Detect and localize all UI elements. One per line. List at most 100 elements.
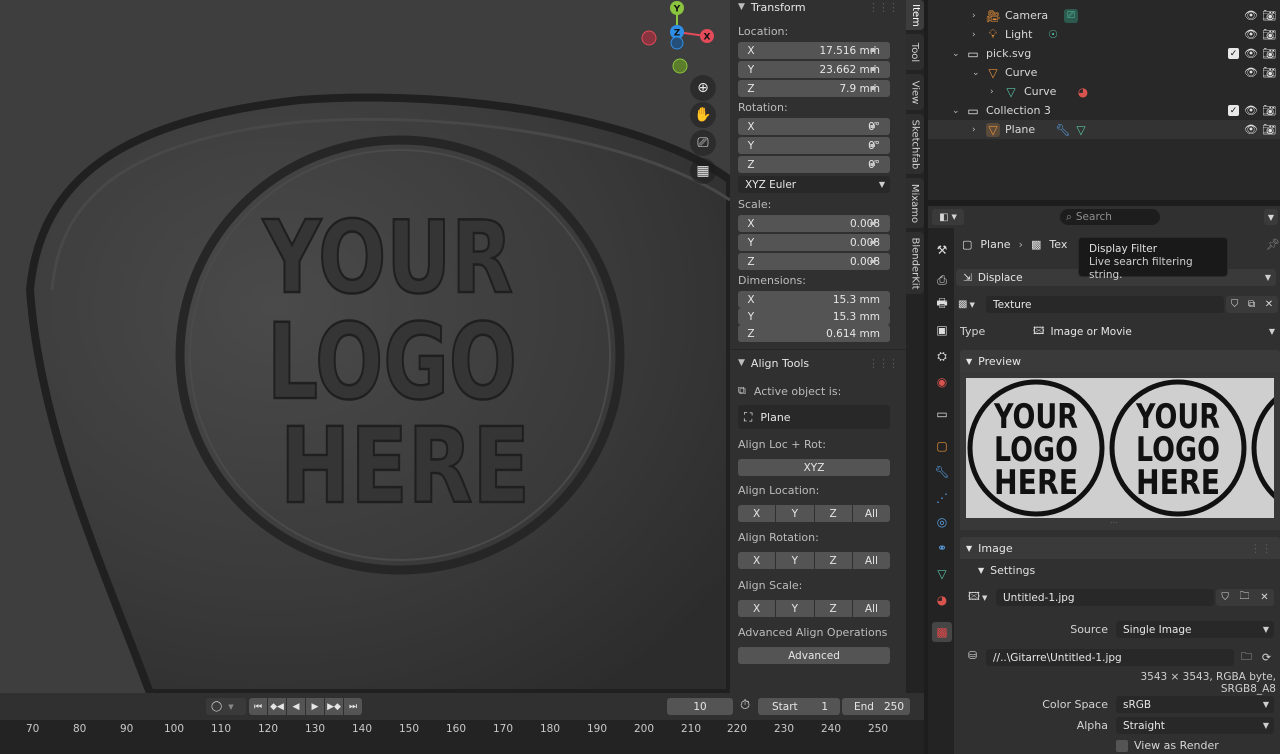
rotation-mode-select[interactable]: XYZ Euler ▼ [738, 176, 890, 193]
scene-icon[interactable]: ⛭ [932, 346, 952, 366]
location-x-field[interactable]: X 17.516 mm [738, 42, 890, 59]
chevron-right-icon[interactable]: › [990, 87, 994, 97]
view-layer-icon[interactable]: ▣ [932, 320, 952, 340]
wrench-icon[interactable]: 🔧︎ [1055, 123, 1070, 137]
jump-end-icon[interactable]: ⏭ [344, 698, 362, 715]
view-as-render-checkbox[interactable] [1116, 739, 1128, 752]
image-panel-header[interactable]: ▼ Image ⋮⋮ [960, 537, 1280, 559]
texture-icon[interactable]: ▩ [932, 622, 952, 642]
settings-subpanel-header[interactable]: ▼ Settings [978, 564, 1035, 577]
play-reverse-icon[interactable]: ◀ [287, 698, 305, 715]
tab-sketchfab[interactable]: Sketchfab [906, 114, 924, 174]
reload-icon[interactable]: ⟳ [1262, 651, 1271, 664]
lock-icon[interactable]: 🔓︎ [870, 63, 884, 77]
collection-icon[interactable]: ▭ [932, 404, 952, 424]
align-loc-rot-xyz-button[interactable]: XYZ [738, 459, 890, 476]
eye-icon[interactable]: 👁︎ [1244, 9, 1258, 22]
lock-icon[interactable]: 🔓︎ [870, 44, 884, 58]
texture-type-select[interactable]: 🖾︎ Image or Movie ▼ [1026, 323, 1280, 340]
render-camera-icon[interactable]: 📷︎ [1262, 47, 1276, 60]
chevron-down-icon[interactable]: ⌄ [952, 49, 960, 59]
render-camera-icon[interactable]: 📷︎ [1262, 28, 1276, 41]
object-icon[interactable]: ▢ [932, 436, 952, 456]
collection-checkbox[interactable]: ✓ [1228, 105, 1239, 116]
material-icon[interactable]: ◕ [932, 590, 952, 610]
align-location-y-button[interactable]: Y [776, 505, 814, 522]
render-camera-icon[interactable]: 📷︎ [1262, 104, 1276, 117]
align-rotation-x-button[interactable]: X [738, 552, 776, 569]
timeline-ruler[interactable]: 70 80 90 100 110 120 130 140 150 160 170… [0, 720, 924, 754]
tab-item[interactable]: Item [906, 0, 924, 30]
constraints-icon[interactable]: ⚭ [932, 538, 952, 558]
render-camera-icon[interactable]: 📷︎ [1262, 9, 1276, 22]
play-icon[interactable]: ▶ [306, 698, 324, 715]
chevron-down-icon[interactable]: ⌄ [972, 68, 980, 78]
close-icon[interactable]: ✕ [1260, 592, 1268, 603]
particles-icon[interactable]: ⋰ [932, 488, 952, 508]
material-icon[interactable]: ◕ [1076, 85, 1090, 99]
folder-icon[interactable]: 🗀 [1240, 589, 1250, 606]
camera-view-icon[interactable]: ⎚ [690, 130, 716, 156]
texture-browse-button[interactable]: ▩ ▼ [958, 296, 984, 313]
align-location-all-button[interactable]: All [852, 505, 890, 522]
current-frame-field[interactable]: 10 [667, 698, 733, 715]
resize-grip-icon[interactable]: ⋯ [1110, 518, 1118, 527]
color-space-select[interactable]: sRGB ▼ [1116, 696, 1274, 713]
search-input[interactable]: ⌕ Search [1060, 209, 1160, 225]
scale-x-field[interactable]: X 0.008 [738, 215, 890, 232]
source-select[interactable]: Single Image ▼ [1116, 621, 1274, 638]
outliner-row-plane[interactable]: › ▽ Plane 🔧︎ ▽ 👁︎ 📷︎ [928, 120, 1280, 139]
align-location-z-button[interactable]: Z [814, 505, 852, 522]
stopwatch-icon[interactable]: ⏱ [740, 698, 750, 713]
location-y-field[interactable]: Y 23.662 mm [738, 61, 890, 78]
light-data-icon[interactable]: ☉ [1046, 28, 1060, 42]
chevron-right-icon[interactable]: › [972, 11, 976, 21]
duplicate-icon[interactable]: ⧉ [1248, 299, 1255, 310]
fake-user-shield-icon[interactable]: ⛉ [1221, 592, 1229, 603]
chevron-down-icon[interactable]: ⌄ [952, 106, 960, 116]
image-name-field[interactable]: Untitled-1.jpg [996, 589, 1214, 606]
data-icon[interactable]: ▽ [932, 564, 952, 584]
transform-panel-header[interactable]: ▼ Transform ⋮⋮⋮ [730, 0, 906, 14]
lock-icon[interactable]: 🔓︎ [870, 139, 884, 153]
rotation-x-field[interactable]: X 0° [738, 118, 890, 135]
eye-icon[interactable]: 👁︎ [1244, 66, 1258, 79]
lock-icon[interactable]: 🔓︎ [870, 217, 884, 231]
eye-icon[interactable]: 👁︎ [1244, 123, 1258, 136]
zoom-icon[interactable]: ⊕ [690, 75, 716, 101]
dimensions-y-field[interactable]: Y 15.3 mm [738, 308, 890, 325]
pin-icon[interactable]: 📌︎ [1266, 238, 1280, 251]
collection-checkbox[interactable]: ✓ [1228, 48, 1239, 59]
fake-user-shield-icon[interactable]: ⛉ [1231, 299, 1239, 310]
align-rotation-y-button[interactable]: Y [776, 552, 814, 569]
tab-view[interactable]: View [906, 74, 924, 110]
outliner-row-collection-3[interactable]: ⌄ ▭ Collection 3 ✓ 👁︎ 📷︎ [928, 101, 1280, 120]
next-keyframe-icon[interactable]: ▶◆ [325, 698, 343, 715]
outliner-row-light[interactable]: › 💡︎ Light ☉ 👁︎ 📷︎ [928, 25, 1280, 44]
advanced-button[interactable]: Advanced [738, 647, 890, 664]
scale-z-field[interactable]: Z 0.008 [738, 253, 890, 270]
dimensions-x-field[interactable]: X 15.3 mm [738, 291, 890, 308]
options-dropdown[interactable]: ▼ [1264, 209, 1278, 225]
keying-dropdown[interactable]: ◯ ▼ [206, 698, 246, 715]
chevron-right-icon[interactable]: › [972, 30, 976, 40]
jump-start-icon[interactable]: ⏮ [249, 698, 267, 715]
align-rotation-z-button[interactable]: Z [814, 552, 852, 569]
align-scale-all-button[interactable]: All [852, 600, 890, 617]
output-icon[interactable]: 🖶︎ [932, 294, 952, 314]
close-icon[interactable]: ✕ [1265, 299, 1273, 310]
image-browse-button[interactable]: 🖾︎ ▼ [968, 589, 994, 606]
eye-icon[interactable]: 👁︎ [1244, 47, 1258, 60]
lock-icon[interactable]: 🔓︎ [870, 82, 884, 96]
dimensions-z-field[interactable]: Z 0.614 mm [738, 325, 890, 342]
rotation-z-field[interactable]: Z 0° [738, 156, 890, 173]
align-scale-y-button[interactable]: Y [776, 600, 814, 617]
pan-hand-icon[interactable]: ✋ [690, 102, 716, 128]
view-as-render-row[interactable]: View as Render [1116, 739, 1219, 752]
alpha-select[interactable]: Straight ▼ [1116, 717, 1274, 734]
drag-grip-icon[interactable]: ⋮⋮⋮ [868, 1, 899, 14]
lock-icon[interactable]: 🔓︎ [870, 255, 884, 269]
scale-y-field[interactable]: Y 0.008 [738, 234, 890, 251]
pack-icon[interactable]: ⛁ [968, 649, 977, 662]
filepath-field[interactable]: //..\Gitarre\Untitled-1.jpg [986, 649, 1234, 666]
